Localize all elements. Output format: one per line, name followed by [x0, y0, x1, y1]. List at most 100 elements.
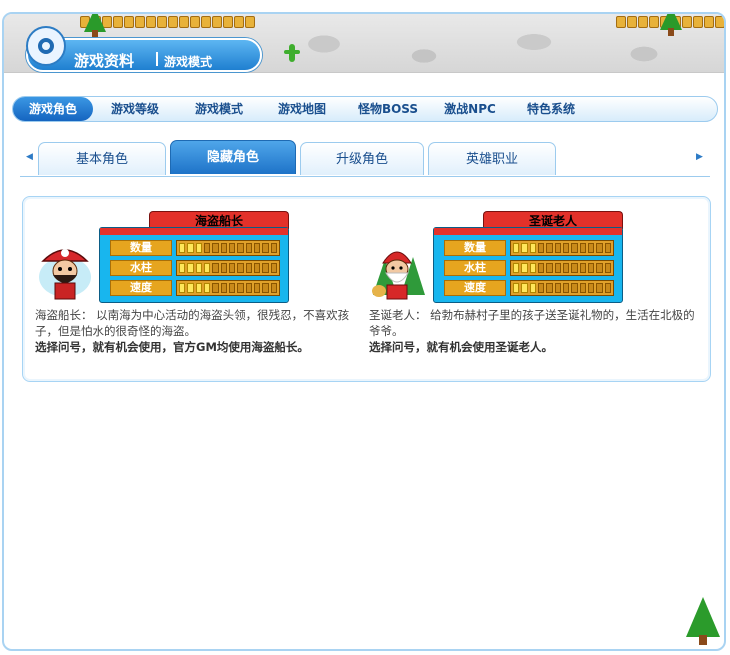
stat-segment [521, 243, 528, 253]
stat-segment [228, 263, 236, 273]
description-text: 海盗船长： 以南海为中心活动的海盗头领，很残忍，不喜欢孩子，但是怕水的很奇怪的海… [35, 308, 350, 338]
stat-row-count: 数量 [110, 240, 280, 256]
page-subtitle: 游戏模式 [164, 55, 213, 69]
stat-segment [513, 263, 520, 273]
tab-upgrade-characters[interactable]: 升级角色 [300, 142, 424, 175]
stat-segment [587, 263, 595, 273]
menu-item-maps[interactable]: 游戏地图 [266, 97, 338, 121]
stat-segment [212, 263, 219, 273]
stat-label: 速度 [444, 280, 506, 296]
stat-segment [270, 243, 277, 253]
stat-segment [579, 263, 586, 273]
stat-segment [253, 263, 261, 273]
pirate-captain-avatar-icon [39, 249, 91, 300]
stat-label: 水柱 [444, 260, 506, 276]
stat-segment [554, 263, 561, 273]
stat-segment [212, 283, 219, 293]
stat-segment [513, 283, 520, 293]
stat-label: 数量 [110, 240, 172, 256]
stat-segment [596, 263, 603, 273]
stat-segment [237, 243, 244, 253]
stat-segment [203, 263, 211, 273]
stat-segment [571, 263, 578, 273]
game-controller-icon [26, 26, 66, 66]
menu-item-characters[interactable]: 游戏角色 [13, 97, 93, 121]
stat-segment [262, 283, 269, 293]
stat-segment [521, 283, 528, 293]
stat-segment [195, 263, 202, 273]
stat-segment [587, 243, 595, 253]
menu-item-levels[interactable]: 游戏等级 [99, 97, 171, 121]
stat-segment [237, 283, 244, 293]
stat-segment [187, 263, 194, 273]
stat-segment [513, 243, 520, 253]
stat-segment [562, 243, 570, 253]
stat-segment [245, 263, 252, 273]
stat-segment [187, 243, 194, 253]
stat-segment [587, 283, 595, 293]
stat-row-count: 数量 [444, 240, 614, 256]
title-separator [156, 52, 158, 66]
stat-segment [537, 263, 545, 273]
stat-segment [253, 283, 261, 293]
arrow-right-icon[interactable]: ▶ [696, 152, 703, 162]
stat-bar [510, 260, 614, 276]
stat-card-body: 数量 水柱 速度 [99, 227, 289, 303]
stat-segment [262, 243, 269, 253]
stat-segment [270, 263, 277, 273]
tree-decor-icon [686, 597, 720, 645]
stat-segment [179, 263, 186, 273]
stat-segment [604, 263, 611, 273]
page-title: 游戏资料 [74, 52, 135, 70]
stat-segment [179, 243, 186, 253]
stat-segment [220, 283, 227, 293]
stat-card-body: 数量 水柱 速度 [433, 227, 623, 303]
stat-bar [176, 260, 280, 276]
stat-segment [228, 283, 236, 293]
stat-segment [596, 283, 603, 293]
stat-segment [604, 283, 611, 293]
santa-claus-stat-card: 圣诞老人 数量 水柱 速度 [433, 211, 623, 303]
tree-decor-icon [660, 14, 682, 36]
stat-segment [596, 243, 603, 253]
menu-item-features[interactable]: 特色系统 [515, 97, 587, 121]
tab-hero-classes[interactable]: 英雄职业 [428, 142, 556, 175]
stat-segment [245, 283, 252, 293]
stat-segment [571, 243, 578, 253]
stat-segment [195, 283, 202, 293]
stat-segment [546, 283, 553, 293]
cactus-icon [284, 44, 300, 62]
stat-bar [510, 280, 614, 296]
pirate-captain-description: 海盗船长： 以南海为中心活动的海盗头领，很残忍，不喜欢孩子，但是怕水的很奇怪的海… [35, 307, 365, 355]
stat-segment [521, 263, 528, 273]
tab-basic-characters[interactable]: 基本角色 [38, 142, 166, 175]
stat-segment [546, 243, 553, 253]
stat-segment [571, 283, 578, 293]
stat-segment [529, 243, 536, 253]
stat-segment [579, 243, 586, 253]
header-banner: 游戏资料 游戏模式 [4, 14, 724, 73]
stat-bar [176, 240, 280, 256]
description-note: 选择问号，就有机会使用圣诞老人。 [369, 340, 553, 354]
pirate-captain-stat-card: 海盗船长 数量 水柱 速度 [99, 211, 289, 303]
character-tabs: ◀ 基本角色 隐藏角色 升级角色 英雄职业 ▶ [20, 140, 710, 177]
stat-bar [510, 240, 614, 256]
main-menu: 游戏角色 游戏等级 游戏模式 游戏地图 怪物BOSS 激战NPC 特色系统 [12, 96, 718, 122]
hidden-characters-panel: 海盗船长 数量 水柱 速度 海盗船长： 以南海为中心活动的海盗头领，很残忍，不喜… [22, 196, 711, 382]
stat-segment [220, 243, 227, 253]
stat-segment [270, 283, 277, 293]
stat-segment [179, 283, 186, 293]
stat-segment [262, 263, 269, 273]
stat-row-water: 水柱 [110, 260, 280, 276]
stat-segment [537, 283, 545, 293]
stat-segment [554, 243, 561, 253]
tab-hidden-characters[interactable]: 隐藏角色 [170, 140, 296, 174]
stat-segment [195, 243, 202, 253]
stat-row-speed: 速度 [444, 280, 614, 296]
menu-item-modes[interactable]: 游戏模式 [183, 97, 255, 121]
arrow-left-icon[interactable]: ◀ [26, 152, 33, 162]
menu-item-npc[interactable]: 激战NPC [437, 97, 503, 121]
menu-item-boss[interactable]: 怪物BOSS [351, 97, 425, 121]
stat-label: 速度 [110, 280, 172, 296]
description-text: 圣诞老人： 给勃布赫村子里的孩子送圣诞礼物的，生活在北极的爷爷。 [369, 308, 695, 338]
